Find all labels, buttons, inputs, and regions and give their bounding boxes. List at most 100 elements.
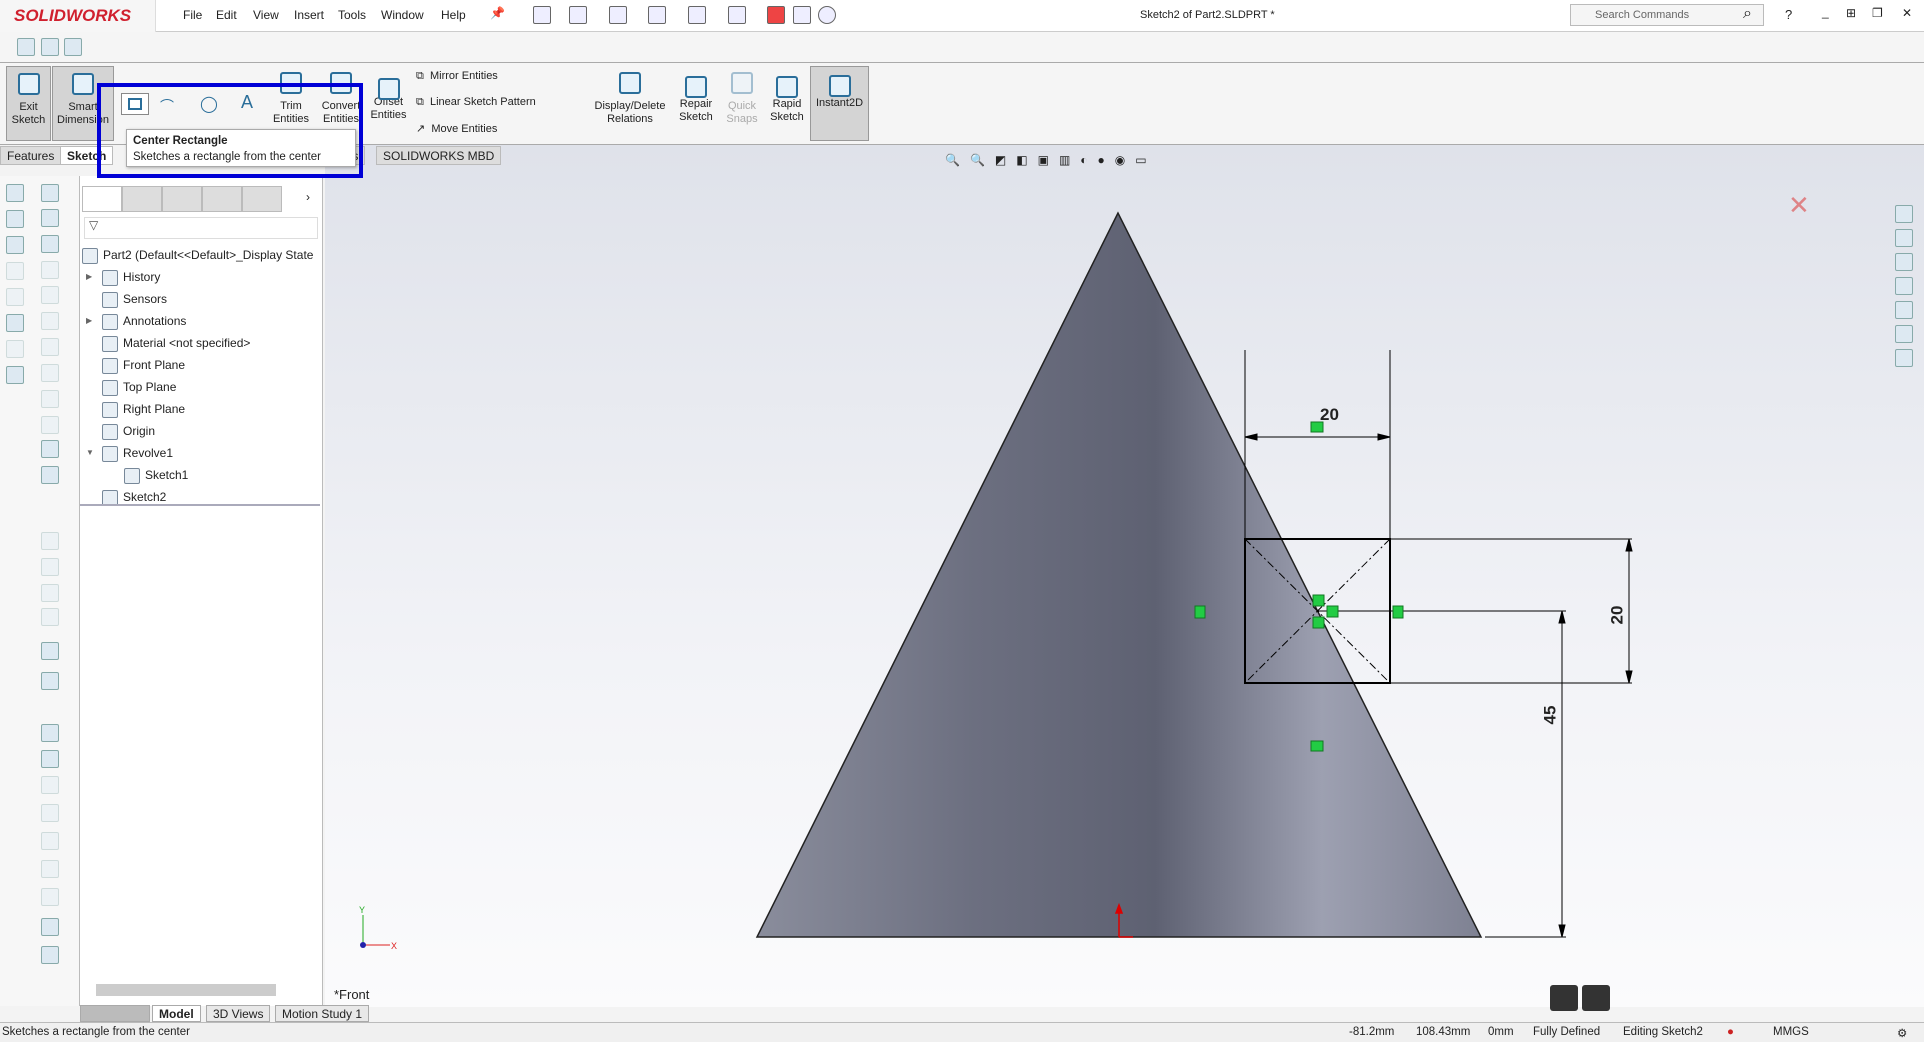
resources-icon[interactable] xyxy=(1895,229,1913,247)
feature-tool-icon[interactable] xyxy=(41,235,59,253)
toolbar-icon-2[interactable] xyxy=(41,38,59,56)
menu-file[interactable]: File xyxy=(183,8,202,22)
appearance-tab-icon[interactable] xyxy=(242,186,282,212)
feature-tool-icon[interactable] xyxy=(41,584,59,602)
microphone-icon[interactable] xyxy=(1550,985,1578,1011)
height-dimension[interactable]: 20 xyxy=(1607,606,1627,625)
feature-tool-icon[interactable] xyxy=(41,532,59,550)
expand-arrow-icon[interactable]: ▶ xyxy=(86,266,92,288)
dimxpert-tab-icon[interactable] xyxy=(202,186,242,212)
previous-view-icon[interactable]: ◩ xyxy=(995,153,1006,171)
configurationmanager-tab-icon[interactable] xyxy=(162,186,202,212)
save-icon[interactable] xyxy=(609,6,627,24)
exit-sketch-button[interactable]: Exit Sketch xyxy=(6,66,51,141)
feature-tool-icon[interactable] xyxy=(41,672,59,690)
solidworks-logo[interactable]: SOLIDWORKS xyxy=(0,0,156,32)
appearances-icon[interactable] xyxy=(1895,325,1913,343)
left-tool-icon[interactable] xyxy=(6,184,24,202)
feature-tool-icon[interactable] xyxy=(41,776,59,794)
collapse-arrow-icon[interactable]: ▼ xyxy=(86,442,94,464)
appearance-icon[interactable]: ● xyxy=(1098,153,1105,171)
filter-input[interactable]: ▽ xyxy=(84,217,318,239)
search-icon[interactable]: ⌕ xyxy=(1743,5,1752,23)
quick-snaps-button[interactable]: Quick Snaps xyxy=(724,66,760,141)
chevron-right-icon[interactable]: › xyxy=(306,190,310,204)
feature-tool-icon[interactable] xyxy=(41,918,59,936)
move-entities-button[interactable]: ↗ Move Entities xyxy=(416,122,497,135)
feature-tool-icon[interactable] xyxy=(41,946,59,964)
display-style-icon[interactable]: ▥ xyxy=(1059,153,1070,171)
tree-item[interactable]: Sensors xyxy=(80,288,323,310)
propertymanager-tab-icon[interactable] xyxy=(122,186,162,212)
horizontal-scrollbar[interactable] xyxy=(80,984,320,998)
width-dimension[interactable]: 20 xyxy=(1320,405,1339,425)
feature-tool-icon[interactable] xyxy=(41,804,59,822)
mirror-entities-button[interactable]: ⧉ Mirror Entities xyxy=(416,70,498,83)
view-palette-icon[interactable] xyxy=(1895,301,1913,319)
tab-scroll-arrows[interactable] xyxy=(80,1005,150,1022)
confirmation-corner-icon[interactable]: ✕ xyxy=(1788,190,1810,221)
toolbar-icon-1[interactable] xyxy=(17,38,35,56)
feature-tool-icon[interactable] xyxy=(41,558,59,576)
linear-sketch-pattern-button[interactable]: ⧉ Linear Sketch Pattern xyxy=(416,96,536,109)
scrollbar-thumb[interactable] xyxy=(96,984,276,996)
feature-tool-icon[interactable] xyxy=(41,608,59,626)
feature-tool-icon[interactable] xyxy=(41,724,59,742)
feature-tool-icon[interactable] xyxy=(41,750,59,768)
rollback-bar[interactable] xyxy=(80,504,320,506)
tab-solidworks-mbd[interactable]: SOLIDWORKS MBD xyxy=(376,146,502,165)
tile-icon[interactable]: ⊞ xyxy=(1846,6,1856,20)
view-settings-icon[interactable]: ▭ xyxy=(1135,153,1146,171)
left-tool-icon[interactable] xyxy=(6,314,24,332)
feature-tool-icon[interactable] xyxy=(41,286,59,304)
tree-item[interactable]: Top Plane xyxy=(80,376,323,398)
menu-insert[interactable]: Insert xyxy=(294,8,324,22)
offset-entities-button[interactable]: Offset Entities xyxy=(366,66,411,141)
tree-item[interactable]: Front Plane xyxy=(80,354,323,376)
restore-icon[interactable]: ❐ xyxy=(1872,6,1883,20)
feature-tool-icon[interactable] xyxy=(41,416,59,434)
feature-tool-icon[interactable] xyxy=(41,338,59,356)
feature-tool-icon[interactable] xyxy=(41,390,59,408)
left-tool-icon[interactable] xyxy=(6,288,24,306)
undo-icon[interactable] xyxy=(688,6,706,24)
minimize-icon[interactable]: _ xyxy=(1822,5,1829,19)
tree-root-part2[interactable]: Part2 (Default<<Default>_Display State xyxy=(80,244,323,266)
feature-tool-icon[interactable] xyxy=(41,466,59,484)
design-library-icon[interactable] xyxy=(1895,253,1913,271)
tab-features[interactable]: Features xyxy=(0,146,62,165)
customize-icon[interactable]: ⚙ xyxy=(1897,1026,1907,1040)
left-tool-icon[interactable] xyxy=(6,340,24,358)
tab-motion-study-1[interactable]: Motion Study 1 xyxy=(275,1005,370,1022)
feature-tool-icon[interactable] xyxy=(41,860,59,878)
menu-view[interactable]: View xyxy=(253,8,279,22)
tree-item[interactable]: Right Plane xyxy=(80,398,323,420)
feature-tool-icon[interactable] xyxy=(41,364,59,382)
repair-sketch-button[interactable]: Repair Sketch xyxy=(672,66,720,141)
left-tool-icon[interactable] xyxy=(6,262,24,280)
zoom-to-fit-icon[interactable]: 🔍 xyxy=(945,153,960,171)
feature-tool-icon[interactable] xyxy=(41,440,59,458)
tab-3d-views[interactable]: 3D Views xyxy=(206,1005,271,1022)
tree-item[interactable]: Sketch1 xyxy=(80,464,323,486)
feature-tool-icon[interactable] xyxy=(41,888,59,906)
tree-item[interactable]: Material <not specified> xyxy=(80,332,323,354)
menu-tools[interactable]: Tools xyxy=(338,8,366,22)
select-icon[interactable] xyxy=(728,6,746,24)
toolbar-icon-3[interactable] xyxy=(64,38,82,56)
open-icon[interactable] xyxy=(569,6,587,24)
print-icon[interactable] xyxy=(648,6,666,24)
help-icon[interactable]: ? xyxy=(1785,7,1792,22)
feature-tool-icon[interactable] xyxy=(41,312,59,330)
feature-tool-icon[interactable] xyxy=(41,209,59,227)
left-tool-icon[interactable] xyxy=(6,210,24,228)
display-delete-relations-button[interactable]: Display/Delete Relations xyxy=(590,66,670,141)
unit-system[interactable]: MMGS xyxy=(1773,1026,1809,1038)
pin-icon[interactable]: 📌 xyxy=(490,6,505,20)
feature-tool-icon[interactable] xyxy=(41,642,59,660)
close-icon[interactable]: ✕ xyxy=(1902,6,1912,20)
graphics-area[interactable]: XY 20 20 45 *Front 🔍 🔍 ◩ ◧ ▣ ▥ ◐ ● ◉ ▭ ✕ xyxy=(325,145,1924,1011)
file-properties-icon[interactable] xyxy=(793,6,811,24)
scene-icon[interactable]: ◉ xyxy=(1115,153,1125,171)
rebuild-icon[interactable] xyxy=(767,6,785,24)
